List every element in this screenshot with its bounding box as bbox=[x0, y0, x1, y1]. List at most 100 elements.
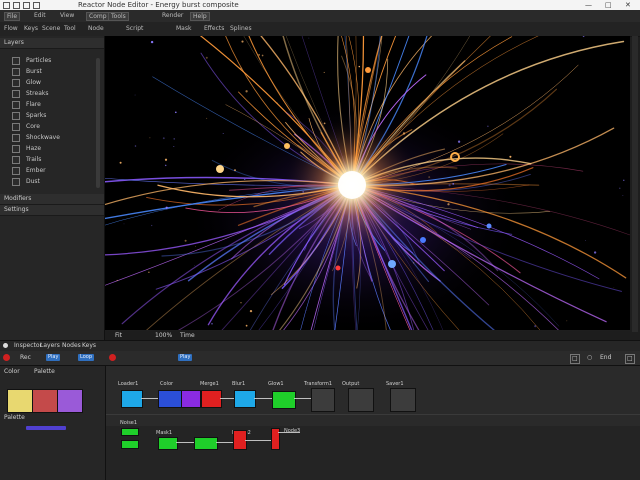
toolbar-tools-button[interactable]: Tools bbox=[108, 12, 129, 21]
toolbar-comp-button[interactable]: Comp bbox=[86, 12, 110, 21]
palette-slider[interactable] bbox=[26, 426, 66, 430]
toolbar-view-button[interactable]: View bbox=[58, 12, 76, 19]
layer-row[interactable]: Dust bbox=[8, 177, 90, 187]
sparkle bbox=[148, 271, 150, 273]
record-node-icon[interactable] bbox=[109, 354, 116, 361]
visibility-checkbox[interactable] bbox=[12, 57, 20, 65]
tab-inspector[interactable]: Inspector bbox=[14, 342, 42, 350]
saver-node[interactable] bbox=[390, 388, 416, 412]
tab-nodes[interactable]: Nodes bbox=[62, 342, 81, 350]
tab-keys[interactable]: Keys bbox=[82, 342, 96, 350]
layer-row[interactable]: Sparks bbox=[8, 111, 90, 121]
loader-node[interactable] bbox=[121, 390, 143, 408]
sparkle bbox=[119, 161, 122, 164]
expand-icon[interactable]: □ bbox=[625, 354, 635, 364]
layer-row[interactable]: Shockwave bbox=[8, 133, 90, 143]
minimize-button[interactable]: — bbox=[585, 0, 592, 10]
modifiers-header[interactable]: Modifiers bbox=[0, 194, 104, 205]
visibility-checkbox[interactable] bbox=[12, 167, 20, 175]
viewer[interactable] bbox=[105, 36, 630, 330]
visibility-checkbox[interactable] bbox=[12, 68, 20, 76]
layer-row[interactable]: Glow bbox=[8, 78, 90, 88]
merge-node-red[interactable] bbox=[201, 390, 222, 408]
layer-label: Dust bbox=[26, 178, 40, 185]
sparkle bbox=[306, 310, 307, 311]
noise-node[interactable] bbox=[121, 428, 139, 436]
node-wire bbox=[176, 442, 194, 443]
layer-label: Burst bbox=[26, 68, 42, 75]
play-button[interactable]: Play bbox=[46, 354, 61, 361]
layer-row[interactable]: Core bbox=[8, 122, 90, 132]
node-label-mask: Mask1 bbox=[156, 430, 173, 436]
viewer-time-button[interactable]: Time bbox=[180, 332, 195, 340]
menu-mask[interactable]: Mask bbox=[176, 25, 191, 33]
menu-effects[interactable]: Effects bbox=[204, 25, 224, 33]
glow-node[interactable] bbox=[272, 391, 296, 409]
transform-node[interactable] bbox=[311, 388, 335, 412]
end-button[interactable]: End bbox=[600, 354, 611, 362]
layer-row[interactable]: Burst bbox=[8, 67, 90, 77]
menu-node[interactable]: Node bbox=[88, 25, 104, 33]
visibility-checkbox[interactable] bbox=[12, 156, 20, 164]
layer-row[interactable]: Trails bbox=[8, 155, 90, 165]
menu-splines[interactable]: Splines bbox=[230, 25, 252, 33]
merge-node-purple[interactable] bbox=[181, 390, 201, 408]
menu-keys[interactable]: Keys bbox=[24, 25, 38, 33]
visibility-checkbox[interactable] bbox=[12, 145, 20, 153]
color-node[interactable] bbox=[158, 390, 182, 408]
layer-label: Sparks bbox=[26, 112, 47, 119]
graph-view-icon[interactable]: □ bbox=[570, 354, 580, 364]
mask-node-2[interactable] bbox=[194, 437, 218, 450]
visibility-checkbox[interactable] bbox=[12, 101, 20, 109]
layer-row[interactable]: Ember bbox=[8, 166, 90, 176]
visibility-checkbox[interactable] bbox=[12, 79, 20, 87]
visibility-checkbox[interactable] bbox=[12, 112, 20, 120]
menu-script[interactable]: Script bbox=[126, 25, 143, 33]
blur-node[interactable] bbox=[234, 390, 256, 408]
layer-label: Streaks bbox=[26, 90, 49, 97]
layer-row[interactable]: Flare bbox=[8, 100, 90, 110]
settings-header[interactable]: Settings bbox=[0, 205, 104, 216]
loop-button[interactable]: Loop bbox=[78, 354, 94, 361]
viewer-zoom-button[interactable]: 100% bbox=[155, 332, 172, 340]
swatch-yellow[interactable] bbox=[7, 389, 33, 413]
visibility-checkbox[interactable] bbox=[12, 90, 20, 98]
sparkle bbox=[308, 37, 310, 39]
maximize-button[interactable]: □ bbox=[605, 0, 612, 10]
render-button[interactable]: Play bbox=[178, 354, 193, 361]
close-button[interactable]: ✕ bbox=[625, 0, 631, 10]
viewer-scrollbar[interactable] bbox=[632, 36, 638, 332]
swatch-red[interactable] bbox=[32, 389, 58, 413]
layer-label: Haze bbox=[26, 145, 42, 152]
toolbar-help-button[interactable]: Help bbox=[190, 12, 210, 21]
sparkle bbox=[623, 179, 625, 181]
toolbar-edit-button[interactable]: Edit bbox=[32, 12, 48, 19]
sparkle bbox=[566, 320, 568, 322]
settings-icon[interactable]: ○ bbox=[587, 354, 592, 362]
menu-tool[interactable]: Tool bbox=[64, 25, 76, 33]
visibility-checkbox[interactable] bbox=[12, 123, 20, 131]
layers-scrollbar[interactable] bbox=[96, 58, 100, 188]
menu-scene[interactable]: Scene bbox=[42, 25, 60, 33]
menu-flow[interactable]: Flow bbox=[4, 25, 18, 33]
visibility-checkbox[interactable] bbox=[12, 134, 20, 142]
mask-node[interactable] bbox=[158, 437, 178, 450]
toolbar-file-button[interactable]: File bbox=[4, 12, 21, 21]
undo-icon[interactable] bbox=[23, 2, 30, 9]
layer-label: Shockwave bbox=[26, 134, 60, 141]
viewer-fit-button[interactable]: Fit bbox=[115, 332, 122, 340]
node-graph-lower[interactable] bbox=[106, 426, 640, 480]
layer-row[interactable]: Streaks bbox=[8, 89, 90, 99]
layer-row[interactable]: Particles bbox=[8, 56, 90, 66]
sparkle bbox=[448, 184, 451, 187]
tab-layers[interactable]: Layers bbox=[40, 342, 60, 350]
redo-icon[interactable] bbox=[33, 2, 40, 9]
output-node[interactable] bbox=[348, 388, 374, 412]
save-icon[interactable] bbox=[13, 2, 20, 9]
noise-node-output[interactable] bbox=[121, 440, 139, 449]
layer-row[interactable]: Haze bbox=[8, 144, 90, 154]
toolbar-render-button[interactable]: Render bbox=[160, 12, 185, 19]
swatch-purple[interactable] bbox=[57, 389, 83, 413]
record-icon[interactable] bbox=[3, 354, 10, 361]
visibility-checkbox[interactable] bbox=[12, 178, 20, 186]
